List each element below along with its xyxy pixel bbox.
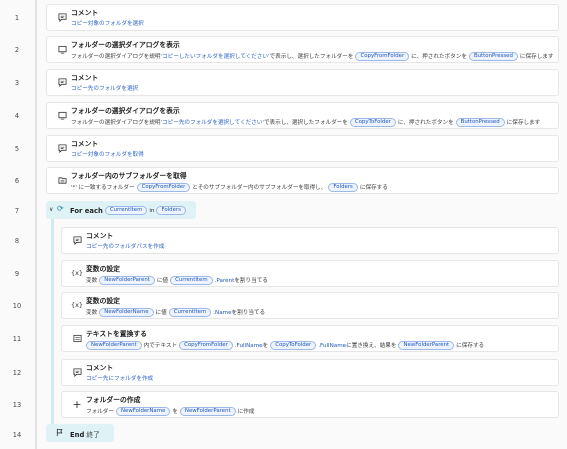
dialog-description-text: 'コピーしたいフォルダを選択してください' (160, 53, 270, 60)
action-title: コメント (71, 9, 99, 17)
action-folder-dialog[interactable]: フォルダーの選択ダイアログを表示 フォルダーの選択ダイアログを説明 'コピーした… (46, 36, 559, 63)
variable-token[interactable]: CopyToFolder (349, 118, 396, 127)
variable-token[interactable]: NewFolderParent (86, 341, 142, 350)
text-replace-icon (72, 334, 82, 344)
property-name: .Parent (214, 277, 235, 284)
line-number-gutter (35, 0, 37, 449)
variable-token[interactable]: CopyToFolder (270, 341, 317, 350)
variable-token[interactable]: NewFolderParent (179, 407, 236, 416)
line-number: 3 (14, 79, 20, 87)
action-set-variable[interactable]: {x} 変数の設定 変数 NewFolderName に値 CurrentItem.… (61, 292, 559, 319)
action-comment[interactable]: コメント コピー先にフォルダを作成 (61, 359, 559, 386)
action-title: フォルダーの選択ダイアログを表示 (71, 107, 180, 115)
line-number: 10 (12, 302, 22, 310)
action-for-each[interactable]: ∨ ⟳ For each CurrentItem in Folders (46, 201, 196, 219)
property-name: .Name (213, 309, 232, 316)
action-replace-text[interactable]: テキストを置換する NewFolderParent 内でテキスト CopyFrom… (61, 325, 559, 352)
line-number: 8 (14, 237, 20, 245)
end-statement: End 終了 (70, 429, 100, 439)
variable-token[interactable]: CurrentItem (104, 206, 148, 215)
action-description: フォルダーの選択ダイアログを説明 'コピーしたいフォルダを選択してください' で… (71, 52, 554, 61)
variable-icon: {x} (70, 301, 84, 310)
action-description: NewFolderParent 内でテキスト CopyFromFolder .Ful… (86, 341, 484, 350)
action-title: フォルダーの選択ダイアログを表示 (71, 41, 180, 49)
line-number: 12 (12, 369, 22, 377)
for-each-statement: For each CurrentItem in Folders (70, 206, 188, 215)
comment-icon (57, 144, 67, 154)
end-label: 終了 (86, 431, 100, 439)
variable-token[interactable]: NewFolderName (99, 308, 154, 317)
line-number: 2 (14, 46, 20, 54)
variable-token[interactable]: CurrentItem (170, 276, 213, 285)
line-number: 4 (14, 112, 20, 120)
comment-text: コピー対象のフォルダを取得 (71, 152, 144, 158)
line-number: 5 (14, 145, 20, 153)
property-name: .FullName (234, 342, 263, 349)
property-name: .FullName (318, 342, 347, 349)
action-create-folder[interactable]: + フォルダーの作成 フォルダー NewFolderName を NewFolder… (61, 391, 559, 418)
action-title: テキストを置換する (86, 330, 147, 338)
variable-token[interactable]: NewFolderName (115, 407, 171, 416)
action-title: コメント (71, 140, 99, 148)
action-title: 変数の設定 (86, 297, 120, 305)
line-number: 11 (12, 335, 22, 343)
variable-token[interactable]: CurrentItem (168, 308, 212, 317)
variable-token[interactable]: ButtonPressed (455, 118, 505, 127)
action-comment[interactable]: コメント コピー対象のフォルダを選択 (46, 4, 559, 31)
variable-token[interactable]: NewFolderParent (99, 276, 155, 285)
action-title: フォルダー内のサブフォルダーを取得 (71, 172, 187, 180)
action-description: '*' に一致するフォルダー CopyFromFolder とそのサブフォルダー内… (71, 183, 388, 192)
action-get-subfolders[interactable]: フォルダー内のサブフォルダーを取得 '*' に一致するフォルダー CopyFrom… (46, 167, 559, 194)
action-title: コメント (71, 74, 99, 82)
action-title: 変数の設定 (86, 265, 120, 273)
in-keyword: in (149, 207, 155, 214)
variable-token[interactable]: NewFolderParent (398, 341, 455, 350)
comment-icon (57, 78, 67, 88)
loop-icon: ⟳ (57, 204, 64, 213)
action-end[interactable]: End 終了 (46, 424, 114, 442)
line-number: 13 (12, 401, 22, 409)
action-set-variable[interactable]: {x} 変数の設定 変数 NewFolderParent に値 CurrentIte… (61, 260, 559, 287)
variable-token[interactable]: CopyFromFolder (355, 52, 410, 61)
plus-icon: + (72, 398, 82, 411)
folder-list-icon (57, 176, 67, 186)
line-number: 9 (14, 270, 20, 278)
action-comment[interactable]: コメント コピー先のフォルダを選択 (46, 69, 559, 96)
line-number: 7 (14, 207, 20, 215)
variable-token[interactable]: Folders (328, 183, 358, 192)
folder-dialog-icon (57, 111, 67, 121)
action-description: 変数 NewFolderName に値 CurrentItem .Name を割り当て… (86, 308, 266, 317)
end-keyword: End (70, 431, 85, 439)
action-title: コメント (86, 364, 114, 372)
action-description: フォルダー NewFolderName を NewFolderParent に作成 (86, 407, 255, 416)
variable-token[interactable]: ButtonPressed (468, 52, 518, 61)
action-title: コメント (86, 232, 114, 240)
comment-icon (72, 236, 82, 246)
variable-token[interactable]: CopyFromFolder (179, 341, 233, 350)
for-each-keyword: For each (70, 206, 103, 215)
variable-token[interactable]: CopyFromFolder (136, 183, 191, 192)
action-comment[interactable]: コメント コピー先のフォルダパスを作成 (61, 227, 559, 254)
comment-icon (57, 13, 67, 23)
variable-icon: {x} (70, 269, 84, 278)
collapse-chevron-icon[interactable]: ∨ (49, 206, 53, 213)
line-number: 14 (12, 431, 22, 439)
line-number: 1 (14, 14, 20, 22)
action-folder-dialog[interactable]: フォルダーの選択ダイアログを表示 フォルダーの選択ダイアログを説明 'コピー先の… (46, 102, 559, 129)
action-title: フォルダーの作成 (86, 396, 141, 404)
comment-text: コピー先のフォルダパスを作成 (86, 244, 165, 250)
action-description: フォルダーの選択ダイアログを説明 'コピー先のフォルダを選択してください' で表… (71, 118, 541, 127)
action-comment[interactable]: コメント コピー対象のフォルダを取得 (46, 135, 559, 162)
variable-token[interactable]: Folders (156, 206, 186, 215)
action-description: 変数 NewFolderParent に値 CurrentItem .Parent を… (86, 276, 268, 285)
dialog-description-text: 'コピー先のフォルダを選択してください' (160, 119, 264, 126)
comment-icon (72, 368, 82, 378)
comment-text: コピー先にフォルダを作成 (86, 376, 154, 382)
line-number: 6 (14, 177, 20, 185)
loop-body-rail (51, 219, 54, 426)
flag-icon (56, 428, 64, 439)
comment-text: コピー先のフォルダを選択 (71, 86, 139, 92)
comment-text: コピー対象のフォルダを選択 (71, 21, 144, 27)
folder-dialog-icon (57, 45, 67, 55)
